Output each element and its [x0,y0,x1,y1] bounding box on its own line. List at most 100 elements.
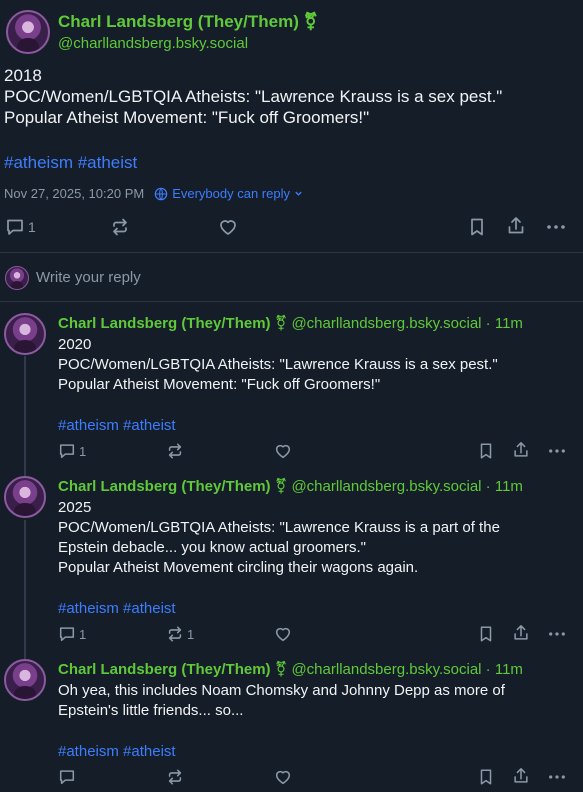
post-age[interactable]: · 11m [486,661,523,678]
repost-icon [168,443,182,459]
like-button[interactable] [274,768,292,786]
post-line: POC/Women/LGBTQIA Atheists: "Lawrence Kr… [58,356,498,373]
share-button[interactable] [512,767,530,785]
post-line: POC/Women/LGBTQIA Atheists: "Lawrence Kr… [4,87,503,106]
post-line: Epstein's little friends... so... [58,702,244,719]
reply-post[interactable]: Charl Landsberg (They/Them) ⚧ @charlland… [0,476,583,646]
bookmark-icon [471,218,483,236]
divider [0,301,583,302]
author-avatar[interactable] [6,10,50,54]
author-avatar[interactable] [4,313,46,355]
author-name[interactable]: Charl Landsberg (They/Them) ⚧ [58,12,318,32]
comment-icon [59,444,75,459]
author-handle[interactable]: @charllandsberg.bsky.social [291,315,481,332]
author-name[interactable]: Charl Landsberg (They/Them) [58,315,271,332]
post-body: 2020 POC/Women/LGBTQIA Atheists: "Lawren… [58,335,573,395]
reply-setting-button[interactable]: Everybody can reply [154,186,303,201]
heart-icon [220,220,236,235]
bookmark-button[interactable] [467,217,487,237]
comment-icon [59,770,75,785]
divider [0,252,583,253]
post-actions: 1 [0,442,583,462]
reply-composer[interactable]: Write your reply [0,263,583,293]
bookmark-icon [480,769,492,785]
post-actions [0,768,583,788]
post-line: Popular Atheist Movement: "Fuck off Groo… [4,108,370,127]
post-hashtags[interactable]: #atheism #atheist [58,417,176,434]
bookmark-button[interactable] [477,625,495,643]
reply-count: 1 [28,219,36,235]
like-button[interactable] [274,442,292,460]
more-options-button[interactable] [545,217,567,237]
repost-count: 1 [187,626,195,642]
reply-header: Charl Landsberg (They/Them) ⚧ @charlland… [58,660,523,678]
heart-icon [275,444,291,459]
more-options-button[interactable] [547,625,567,643]
globe-icon [154,187,168,200]
post-line: 2025 [58,499,92,516]
author-handle[interactable]: @charllandsberg.bsky.social [291,661,481,678]
more-options-button[interactable] [547,768,567,786]
post-body: 2018 POC/Women/LGBTQIA Atheists: "Lawren… [4,65,574,128]
share-button[interactable] [506,216,526,236]
like-button[interactable] [218,217,238,237]
reply-header: Charl Landsberg (They/Them) ⚧ @charlland… [58,314,523,332]
post-line: 2018 [4,66,42,85]
heart-icon [275,627,291,642]
repost-button[interactable] [166,442,187,460]
post-hashtags[interactable]: #atheism #atheist [4,153,137,173]
like-button[interactable] [274,625,292,643]
reply-button[interactable]: 1 [58,442,86,460]
author-name[interactable]: Charl Landsberg (They/Them) [58,478,271,495]
post-age[interactable]: · 11m [486,478,523,495]
repost-icon [113,218,127,236]
more-options-button[interactable] [547,442,567,460]
reply-input-placeholder[interactable]: Write your reply [36,269,141,286]
share-icon [514,625,528,640]
bookmark-icon [480,626,492,642]
post-hashtags[interactable]: #atheism #atheist [58,743,176,760]
reply-button[interactable]: 1 [58,625,86,643]
reply-post[interactable]: Charl Landsberg (They/Them) ⚧ @charlland… [0,313,583,463]
post-actions: 1 [0,215,583,239]
trans-symbol-icon: ⚧ [274,478,288,495]
author-avatar[interactable] [4,476,46,518]
reply-button[interactable]: 1 [5,217,36,237]
trans-symbol-icon: ⚧ [274,315,288,332]
bookmark-button[interactable] [477,768,495,786]
post-timestamp: Nov 27, 2025, 10:20 PM [4,186,145,201]
author-name[interactable]: Charl Landsberg (They/Them) [58,661,271,678]
post-line: Oh yea, this includes Noam Chomsky and J… [58,682,505,699]
more-dots-icon [549,449,565,453]
trans-symbol-icon: ⚧ [303,12,318,31]
post-line: POC/Women/LGBTQIA Atheists: "Lawrence Kr… [58,519,500,536]
post-hashtags[interactable]: #atheism #atheist [58,600,176,617]
reply-count: 1 [79,626,87,642]
repost-button[interactable]: 1 [166,625,194,643]
bookmark-button[interactable] [477,442,495,460]
share-icon [514,768,528,783]
current-user-avatar [5,266,29,290]
comment-icon [7,219,23,235]
share-button[interactable] [512,441,530,459]
reply-button[interactable] [58,768,79,786]
post-actions: 1 1 [0,625,583,645]
post-body: Oh yea, this includes Noam Chomsky and J… [58,681,573,721]
author-handle[interactable]: @charllandsberg.bsky.social [291,478,481,495]
author-handle[interactable]: @charllandsberg.bsky.social [58,35,248,52]
repost-button[interactable] [166,768,187,786]
post-age[interactable]: · 11m [486,315,523,332]
bookmark-icon [480,443,492,459]
reply-post[interactable]: Charl Landsberg (They/Them) ⚧ @charlland… [0,659,583,789]
chevron-down-icon [295,191,302,196]
post-line: Popular Atheist Movement: "Fuck off Groo… [58,376,381,393]
post-meta: Nov 27, 2025, 10:20 PM Everybody can rep… [4,186,303,201]
post-line: Epstein debacle... you know actual groom… [58,539,366,556]
trans-symbol-icon: ⚧ [274,661,288,678]
reply-setting-label: Everybody can reply [172,186,290,201]
post-line: Popular Atheist Movement circling their … [58,559,419,576]
author-avatar[interactable] [4,659,46,701]
repost-button[interactable] [110,217,130,237]
share-button[interactable] [512,624,530,642]
more-dots-icon [547,225,565,229]
